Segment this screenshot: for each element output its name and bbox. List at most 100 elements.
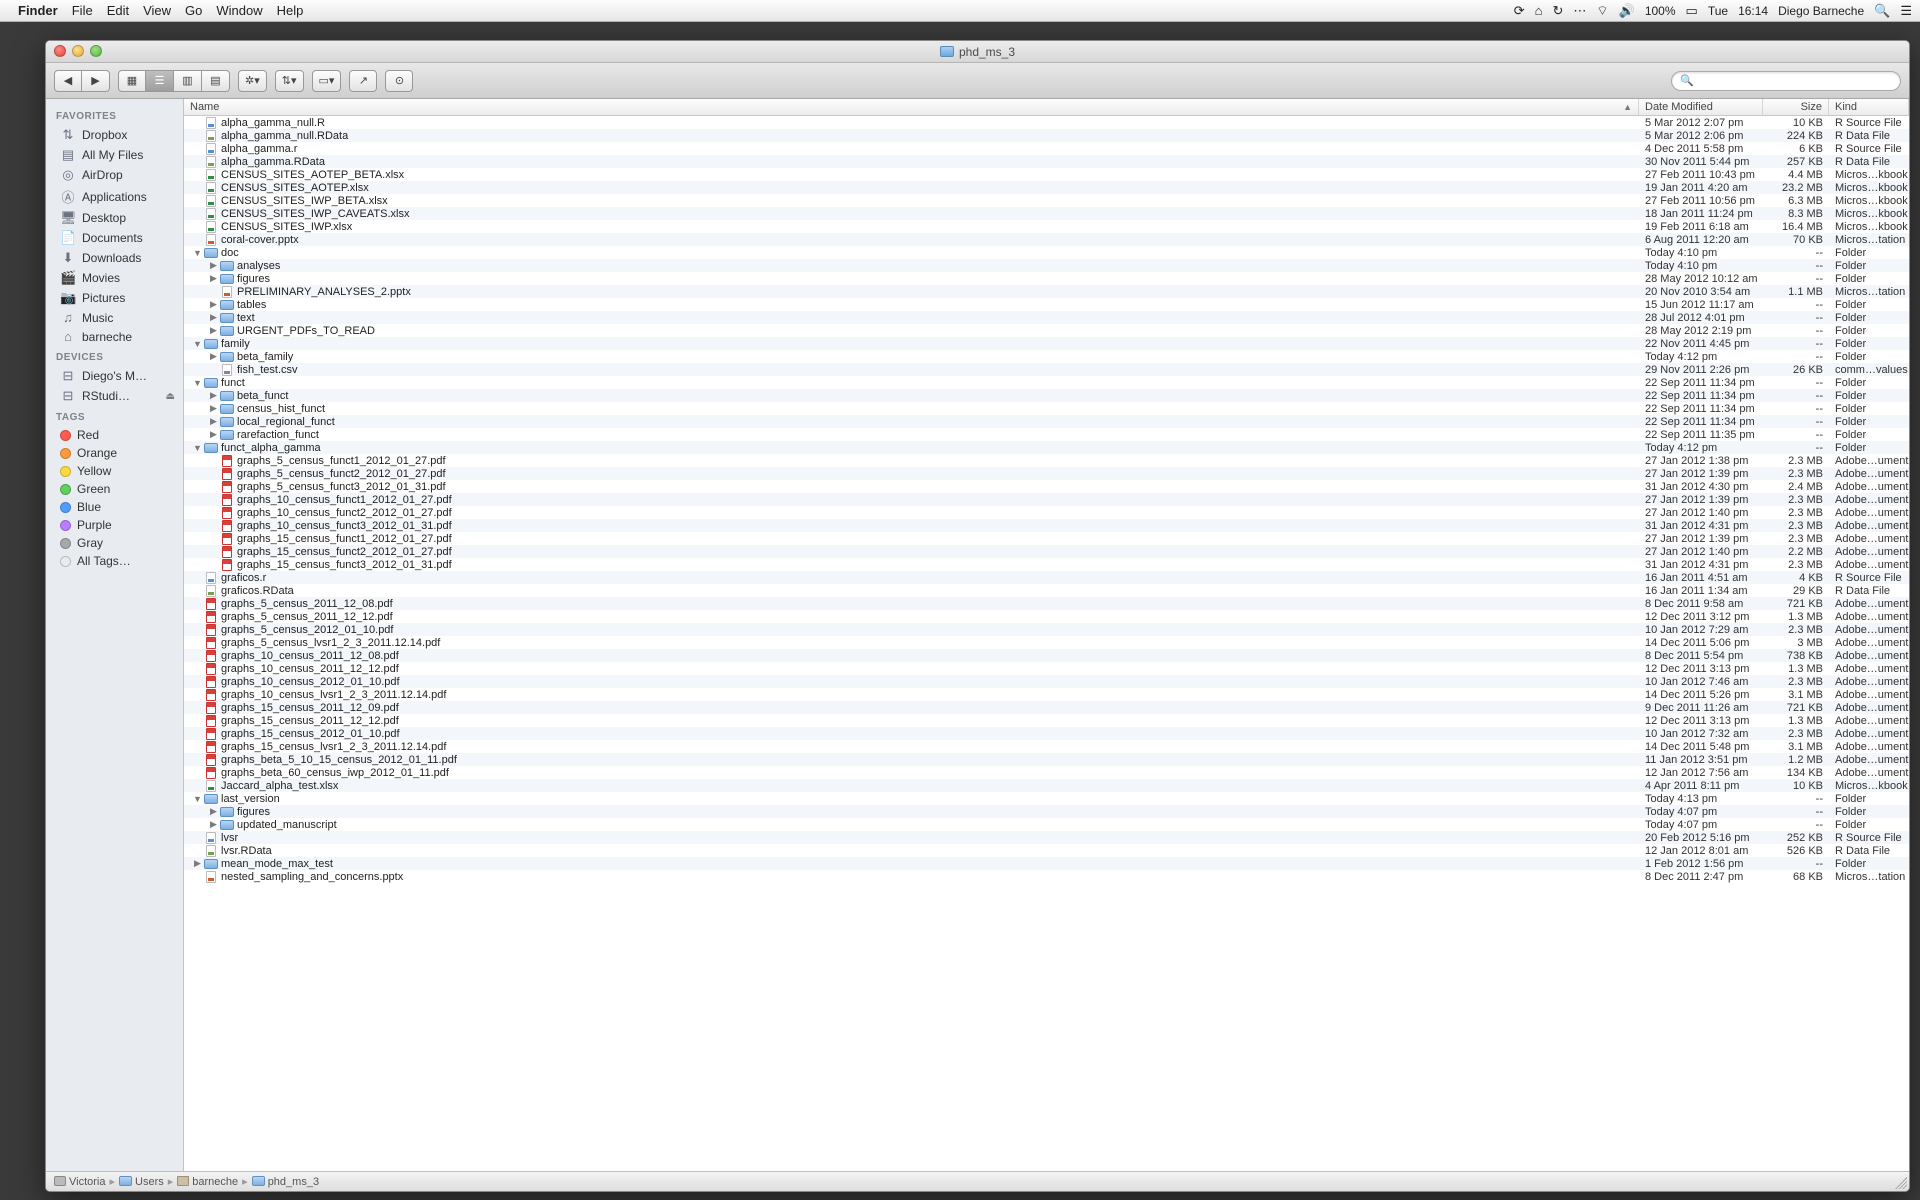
- file-row[interactable]: ▶local_regional_funct22 Sep 2011 11:34 p…: [184, 415, 1909, 428]
- file-row[interactable]: graphs_10_census_lvsr1_2_3_2011.12.14.pd…: [184, 688, 1909, 701]
- path-segment[interactable]: phd_ms_3: [252, 1176, 319, 1188]
- sidebar-item[interactable]: 🎬Movies: [46, 268, 183, 288]
- view-coverflow-button[interactable]: ▤: [202, 70, 230, 92]
- search-field[interactable]: 🔍: [1671, 71, 1901, 91]
- spotlight-icon[interactable]: 🔍: [1874, 3, 1890, 19]
- path-segment[interactable]: Users: [119, 1176, 164, 1188]
- arrange-menu-button[interactable]: ▭▾: [312, 70, 342, 92]
- file-row[interactable]: fish_test.csv29 Nov 2011 2:26 pm26 KBcom…: [184, 363, 1909, 376]
- eject-icon[interactable]: ⏏: [166, 391, 175, 402]
- disclosure-triangle-icon[interactable]: ▶: [208, 325, 219, 336]
- sidebar-item[interactable]: ⒶApplications: [46, 185, 183, 208]
- sidebar-item[interactable]: ⇅Dropbox: [46, 125, 183, 145]
- file-row[interactable]: graphs_5_census_funct1_2012_01_27.pdf27 …: [184, 454, 1909, 467]
- file-row[interactable]: graphs_5_census_funct2_2012_01_27.pdf27 …: [184, 467, 1909, 480]
- sidebar-item[interactable]: Purple: [46, 516, 183, 534]
- file-row[interactable]: graphs_beta_5_10_15_census_2012_01_11.pd…: [184, 753, 1909, 766]
- disclosure-triangle-icon[interactable]: ▼: [192, 248, 203, 258]
- sidebar-item[interactable]: ◎AirDrop: [46, 165, 183, 185]
- disclosure-triangle-icon[interactable]: ▶: [208, 351, 219, 362]
- clock-day[interactable]: Tue: [1708, 4, 1728, 18]
- file-row[interactable]: graphs_10_census_funct1_2012_01_27.pdf27…: [184, 493, 1909, 506]
- disclosure-triangle-icon[interactable]: ▼: [192, 378, 203, 388]
- disclosure-triangle-icon[interactable]: ▶: [208, 429, 219, 440]
- file-row[interactable]: graphs_15_census_2012_01_10.pdf10 Jan 20…: [184, 727, 1909, 740]
- window-titlebar[interactable]: phd_ms_3: [46, 41, 1909, 63]
- sidebar-item[interactable]: Yellow: [46, 462, 183, 480]
- clock-time[interactable]: 16:14: [1738, 4, 1768, 18]
- view-list-button[interactable]: ☰: [146, 70, 174, 92]
- disclosure-triangle-icon[interactable]: ▶: [208, 403, 219, 414]
- sidebar-item[interactable]: ⊟Diego's M…: [46, 366, 183, 386]
- file-row[interactable]: ▼docToday 4:10 pm--Folder: [184, 246, 1909, 259]
- file-row[interactable]: graphs_15_census_2011_12_12.pdf12 Dec 20…: [184, 714, 1909, 727]
- forward-button[interactable]: ▶: [82, 70, 110, 92]
- menu-edit[interactable]: Edit: [107, 3, 129, 18]
- file-row[interactable]: ▶figuresToday 4:07 pm--Folder: [184, 805, 1909, 818]
- disclosure-triangle-icon[interactable]: ▶: [208, 819, 219, 830]
- file-row[interactable]: graphs_15_census_funct2_2012_01_27.pdf27…: [184, 545, 1909, 558]
- file-row[interactable]: graficos.RData16 Jan 2011 1:34 am29 KBR …: [184, 584, 1909, 597]
- file-row[interactable]: ▼funct22 Sep 2011 11:34 pm--Folder: [184, 376, 1909, 389]
- back-button[interactable]: ◀: [54, 70, 82, 92]
- menu-help[interactable]: Help: [277, 3, 304, 18]
- sync-icon[interactable]: ⟳: [1514, 3, 1525, 19]
- file-row[interactable]: ▶updated_manuscriptToday 4:07 pm--Folder: [184, 818, 1909, 831]
- volume-icon[interactable]: 🔊: [1619, 3, 1635, 19]
- file-row[interactable]: CENSUS_SITES_IWP.xlsx19 Feb 2011 6:18 am…: [184, 220, 1909, 233]
- file-row[interactable]: ▶beta_funct22 Sep 2011 11:34 pm--Folder: [184, 389, 1909, 402]
- file-list-body[interactable]: alpha_gamma_null.R5 Mar 2012 2:07 pm10 K…: [184, 116, 1909, 1171]
- file-row[interactable]: alpha_gamma_null.RData5 Mar 2012 2:06 pm…: [184, 129, 1909, 142]
- shield-icon[interactable]: ⌂: [1535, 3, 1543, 18]
- menu-window[interactable]: Window: [216, 3, 262, 18]
- file-row[interactable]: graphs_15_census_lvsr1_2_3_2011.12.14.pd…: [184, 740, 1909, 753]
- file-row[interactable]: ▶analysesToday 4:10 pm--Folder: [184, 259, 1909, 272]
- view-columns-button[interactable]: ▥: [174, 70, 202, 92]
- file-row[interactable]: Jaccard_alpha_test.xlsx4 Apr 2011 8:11 p…: [184, 779, 1909, 792]
- file-row[interactable]: graphs_15_census_2011_12_09.pdf9 Dec 201…: [184, 701, 1909, 714]
- sidebar-item[interactable]: Orange: [46, 444, 183, 462]
- file-row[interactable]: lvsr20 Feb 2012 5:16 pm252 KBR Source Fi…: [184, 831, 1909, 844]
- file-row[interactable]: graphs_beta_60_census_iwp_2012_01_11.pdf…: [184, 766, 1909, 779]
- disclosure-triangle-icon[interactable]: ▶: [208, 312, 219, 323]
- disclosure-triangle-icon[interactable]: ▶: [208, 390, 219, 401]
- file-row[interactable]: graphs_10_census_funct2_2012_01_27.pdf27…: [184, 506, 1909, 519]
- battery-icon[interactable]: ▭: [1686, 3, 1698, 19]
- file-row[interactable]: graphs_15_census_funct1_2012_01_27.pdf27…: [184, 532, 1909, 545]
- file-row[interactable]: graphs_5_census_2011_12_12.pdf12 Dec 201…: [184, 610, 1909, 623]
- wifi-icon[interactable]: ⌔: [1596, 3, 1608, 19]
- disclosure-triangle-icon[interactable]: ▶: [208, 416, 219, 427]
- file-row[interactable]: ▼family22 Nov 2011 4:45 pm--Folder: [184, 337, 1909, 350]
- action-menu-button[interactable]: ✲▾: [238, 70, 267, 92]
- file-row[interactable]: CENSUS_SITES_IWP_BETA.xlsx27 Feb 2011 10…: [184, 194, 1909, 207]
- disclosure-triangle-icon[interactable]: ▼: [192, 794, 203, 804]
- file-row[interactable]: graphs_10_census_2012_01_10.pdf10 Jan 20…: [184, 675, 1909, 688]
- file-row[interactable]: ▼last_versionToday 4:13 pm--Folder: [184, 792, 1909, 805]
- battery-percent[interactable]: 100%: [1645, 4, 1676, 18]
- sidebar-item[interactable]: ⬇Downloads: [46, 248, 183, 268]
- menu-view[interactable]: View: [143, 3, 171, 18]
- column-date[interactable]: Date Modified: [1639, 99, 1763, 115]
- column-kind[interactable]: Kind: [1829, 99, 1909, 115]
- file-row[interactable]: ▶text28 Jul 2012 4:01 pm--Folder: [184, 311, 1909, 324]
- dropbox-menu-button[interactable]: ⇅▾: [275, 70, 304, 92]
- file-row[interactable]: graphs_5_census_2011_12_08.pdf8 Dec 2011…: [184, 597, 1909, 610]
- view-icons-button[interactable]: ▦: [118, 70, 146, 92]
- file-row[interactable]: ▶mean_mode_max_test1 Feb 2012 1:56 pm--F…: [184, 857, 1909, 870]
- notification-center-icon[interactable]: ☰: [1900, 3, 1912, 19]
- sidebar-item[interactable]: Gray: [46, 534, 183, 552]
- file-row[interactable]: CENSUS_SITES_AOTEP.xlsx19 Jan 2011 4:20 …: [184, 181, 1909, 194]
- file-row[interactable]: graphs_15_census_funct3_2012_01_31.pdf31…: [184, 558, 1909, 571]
- sidebar-item[interactable]: 📷Pictures: [46, 288, 183, 308]
- app-menu[interactable]: Finder: [18, 3, 58, 18]
- file-row[interactable]: CENSUS_SITES_IWP_CAVEATS.xlsx18 Jan 2011…: [184, 207, 1909, 220]
- file-row[interactable]: alpha_gamma_null.R5 Mar 2012 2:07 pm10 K…: [184, 116, 1909, 129]
- file-row[interactable]: ▶rarefaction_funct22 Sep 2011 11:35 pm--…: [184, 428, 1909, 441]
- sidebar-item[interactable]: All Tags…: [46, 552, 183, 570]
- sidebar-item[interactable]: ⌂barneche: [46, 327, 183, 346]
- file-row[interactable]: graphs_10_census_2011_12_12.pdf12 Dec 20…: [184, 662, 1909, 675]
- user-name[interactable]: Diego Barneche: [1778, 4, 1864, 18]
- bluetooth-icon[interactable]: ⋯: [1573, 3, 1586, 19]
- file-row[interactable]: nested_sampling_and_concerns.pptx8 Dec 2…: [184, 870, 1909, 883]
- disclosure-triangle-icon[interactable]: ▶: [208, 299, 219, 310]
